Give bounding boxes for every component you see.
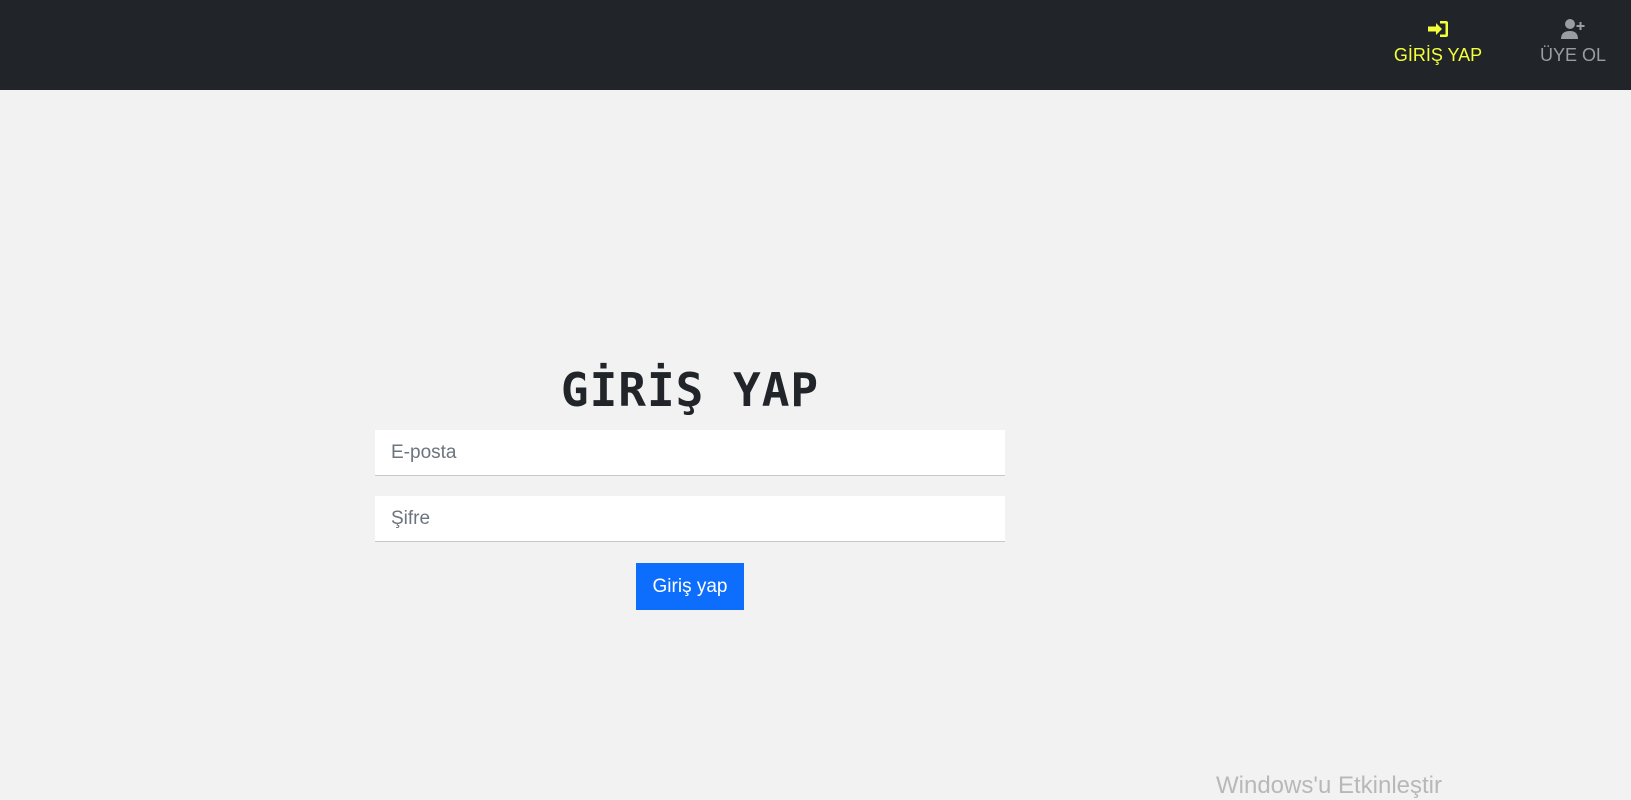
top-navbar: GİRİŞ YAP ÜYE OL bbox=[0, 0, 1631, 90]
nav-login-link[interactable]: GİRİŞ YAP bbox=[1394, 18, 1482, 66]
nav-register-link[interactable]: ÜYE OL bbox=[1538, 18, 1608, 66]
login-submit-button[interactable]: Giriş yap bbox=[636, 563, 744, 610]
windows-activation-watermark: Windows'u Etkinleştir bbox=[1216, 772, 1442, 799]
password-field[interactable] bbox=[375, 496, 1005, 542]
page-title: GİRİŞ YAP bbox=[560, 363, 820, 417]
user-plus-icon bbox=[1561, 19, 1585, 39]
nav-register-label: ÜYE OL bbox=[1539, 45, 1607, 65]
sign-in-icon bbox=[1428, 21, 1448, 37]
email-field[interactable] bbox=[375, 430, 1005, 476]
nav-login-label: GİRİŞ YAP bbox=[1393, 45, 1483, 65]
